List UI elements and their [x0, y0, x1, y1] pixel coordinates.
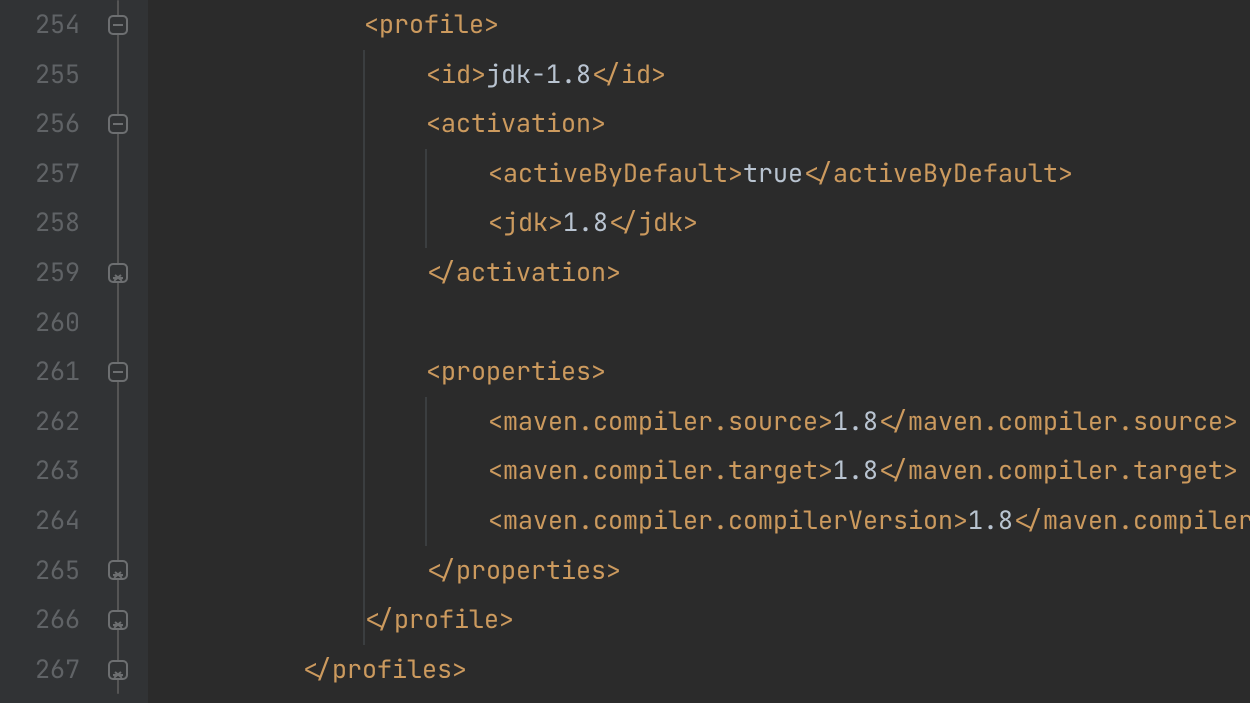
code-line[interactable]: <jdk>1.8</jdk>	[148, 198, 1250, 248]
code-line-content: <maven.compiler.compilerVersion>1.8</mav…	[148, 503, 1250, 537]
fold-gutter	[98, 0, 148, 703]
fold-expand-up-icon[interactable]	[108, 660, 128, 680]
code-line[interactable]: <properties>	[148, 347, 1250, 397]
code-line[interactable]: <activation>	[148, 99, 1250, 149]
code-line[interactable]	[148, 298, 1250, 348]
xml-tag: </maven.compiler.compilerVersion>	[1013, 503, 1250, 537]
code-line-content: </profile>	[148, 602, 514, 636]
indent-guide	[363, 99, 365, 149]
xml-tag: </properties>	[426, 553, 621, 587]
line-number: 263	[0, 446, 80, 496]
xml-tag: </maven.compiler.target>	[878, 453, 1238, 487]
line-number: 262	[0, 397, 80, 447]
code-inner: <profile> <id>jdk-1.8</id> <activation> <ac…	[148, 0, 1250, 694]
xml-text: 1.8	[968, 503, 1013, 537]
code-line-content: </profiles>	[148, 652, 467, 686]
indent-guide	[425, 149, 427, 199]
indent-guide	[363, 496, 365, 546]
line-number: 255	[0, 50, 80, 100]
xml-text: jdk-1.8	[486, 57, 591, 91]
code-line[interactable]: <maven.compiler.compilerVersion>1.8</mav…	[148, 496, 1250, 546]
code-line[interactable]: </profile>	[148, 595, 1250, 645]
indent-guide	[425, 446, 427, 496]
code-line-content: <profile>	[148, 7, 499, 41]
indent-guide	[363, 397, 365, 447]
xml-tag: <maven.compiler.target>	[488, 453, 833, 487]
fold-expand-up-icon[interactable]	[108, 263, 128, 283]
fold-collapse-icon[interactable]	[108, 114, 128, 134]
code-line[interactable]: </activation>	[148, 248, 1250, 298]
code-area[interactable]: <profile> <id>jdk-1.8</id> <activation> <ac…	[148, 0, 1250, 703]
indent-guide	[363, 50, 365, 100]
indent-guide	[363, 446, 365, 496]
line-number: 264	[0, 496, 80, 546]
code-line-content: <jdk>1.8</jdk>	[148, 205, 698, 239]
code-line[interactable]: <activeByDefault>true</activeByDefault>	[148, 149, 1250, 199]
line-number: 265	[0, 546, 80, 596]
indent-guide	[425, 198, 427, 248]
code-line-content: <id>jdk-1.8</id>	[148, 57, 666, 91]
line-number: 258	[0, 198, 80, 248]
code-line-content: <activeByDefault>true</activeByDefault>	[148, 156, 1073, 190]
xml-tag: <activeByDefault>	[488, 156, 743, 190]
line-number: 261	[0, 347, 80, 397]
line-number: 254	[0, 0, 80, 50]
code-line[interactable]: <maven.compiler.target>1.8</maven.compil…	[148, 446, 1250, 496]
xml-text: 1.8	[563, 205, 608, 239]
fold-guide-line	[117, 0, 119, 694]
fold-collapse-icon[interactable]	[108, 15, 128, 35]
line-number: 260	[0, 298, 80, 348]
indent-guide	[425, 397, 427, 447]
xml-tag: </id>	[591, 57, 666, 91]
xml-tag: <profile>	[364, 7, 499, 41]
code-line[interactable]: </properties>	[148, 546, 1250, 596]
line-number: 267	[0, 645, 80, 695]
xml-tag: <jdk>	[488, 205, 563, 239]
code-line-content: <properties>	[148, 354, 606, 388]
code-line-content: <maven.compiler.source>1.8</maven.compil…	[148, 404, 1238, 438]
line-number-gutter: 2542552562572582592602612622632642652662…	[0, 0, 98, 703]
xml-tag: </jdk>	[608, 205, 698, 239]
fold-expand-up-icon[interactable]	[108, 610, 128, 630]
xml-tag: <activation>	[426, 106, 606, 140]
xml-tag: <id>	[426, 57, 486, 91]
code-line-content: </activation>	[148, 255, 621, 289]
xml-tag: </activation>	[426, 255, 621, 289]
xml-tag: </profiles>	[302, 652, 467, 686]
code-line-content	[148, 305, 178, 339]
code-line-content: </properties>	[148, 553, 621, 587]
code-editor: 2542552562572582592602612622632642652662…	[0, 0, 1250, 703]
fold-collapse-icon[interactable]	[108, 362, 128, 382]
indent-guide	[363, 248, 365, 298]
xml-tag: <properties>	[426, 354, 606, 388]
indent-guide	[363, 347, 365, 397]
xml-tag: </maven.compiler.source>	[878, 404, 1238, 438]
line-number: 256	[0, 99, 80, 149]
indent-guide	[363, 149, 365, 199]
xml-tag: </profile>	[364, 602, 514, 636]
line-number: 259	[0, 248, 80, 298]
code-line[interactable]: </profiles>	[148, 645, 1250, 695]
code-line-content: <maven.compiler.target>1.8</maven.compil…	[148, 453, 1238, 487]
code-line[interactable]: <maven.compiler.source>1.8</maven.compil…	[148, 397, 1250, 447]
line-number: 257	[0, 149, 80, 199]
indent-guide	[363, 198, 365, 248]
indent-guide	[363, 546, 365, 596]
code-line[interactable]: <id>jdk-1.8</id>	[148, 50, 1250, 100]
line-number: 266	[0, 595, 80, 645]
xml-tag: <maven.compiler.compilerVersion>	[488, 503, 968, 537]
xml-text: 1.8	[833, 453, 878, 487]
indent-guide	[425, 496, 427, 546]
code-line[interactable]: <profile>	[148, 0, 1250, 50]
xml-tag: <maven.compiler.source>	[488, 404, 833, 438]
fold-strip	[98, 0, 148, 703]
indent-guide	[363, 298, 365, 348]
code-line-content: <activation>	[148, 106, 606, 140]
fold-expand-up-icon[interactable]	[108, 560, 128, 580]
indent-guide	[363, 595, 365, 645]
xml-text: 1.8	[833, 404, 878, 438]
xml-text: true	[743, 156, 803, 190]
xml-tag: </activeByDefault>	[803, 156, 1073, 190]
